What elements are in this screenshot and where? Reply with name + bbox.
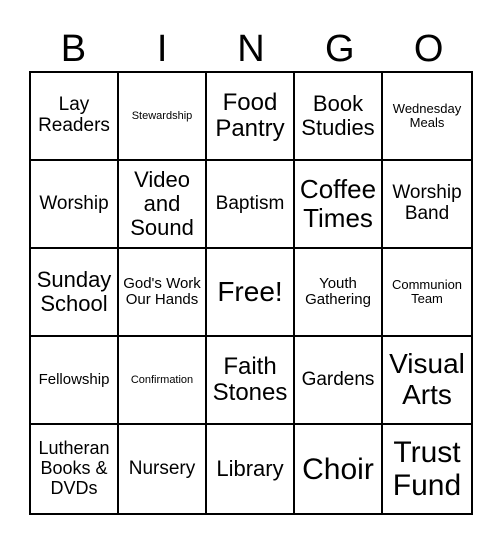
header-letter-g: G	[325, 28, 355, 70]
bingo-cell[interactable]: Wednesday Meals	[383, 73, 471, 161]
bingo-cell[interactable]: Visual Arts	[383, 337, 471, 425]
bingo-cell[interactable]: Fellowship	[31, 337, 119, 425]
bingo-cell[interactable]: Worship	[31, 161, 119, 249]
bingo-cell[interactable]: God's Work Our Hands	[119, 249, 207, 337]
bingo-cell[interactable]: Food Pantry	[207, 73, 295, 161]
bingo-cell[interactable]: Nursery	[119, 425, 207, 513]
free-space[interactable]: Free!	[207, 249, 295, 337]
bingo-cell[interactable]: Gardens	[295, 337, 383, 425]
bingo-cell[interactable]: Trust Fund	[383, 425, 471, 513]
bingo-board: Lay Readers Stewardship Food Pantry Book…	[29, 71, 473, 515]
bingo-cell[interactable]: Communion Team	[383, 249, 471, 337]
bingo-cell[interactable]: Baptism	[207, 161, 295, 249]
bingo-cell[interactable]: Coffee Times	[295, 161, 383, 249]
bingo-cell[interactable]: Confirmation	[119, 337, 207, 425]
header-letter-b: B	[60, 28, 87, 70]
header-letter-n: N	[237, 28, 265, 70]
bingo-cell[interactable]: Stewardship	[119, 73, 207, 161]
header-letter-i: I	[156, 28, 168, 70]
bingo-cell[interactable]: Lutheran Books & DVDs	[31, 425, 119, 513]
bingo-cell[interactable]: Book Studies	[295, 73, 383, 161]
bingo-cell[interactable]: Youth Gathering	[295, 249, 383, 337]
bingo-header: B I N G O	[29, 28, 473, 70]
bingo-cell[interactable]: Lay Readers	[31, 73, 119, 161]
header-letter-o: O	[413, 28, 444, 70]
bingo-cell[interactable]: Faith Stones	[207, 337, 295, 425]
bingo-cell[interactable]: Library	[207, 425, 295, 513]
bingo-cell[interactable]: Video and Sound	[119, 161, 207, 249]
bingo-cell[interactable]: Sunday School	[31, 249, 119, 337]
bingo-cell[interactable]: Choir	[295, 425, 383, 513]
bingo-cell[interactable]: Worship Band	[383, 161, 471, 249]
